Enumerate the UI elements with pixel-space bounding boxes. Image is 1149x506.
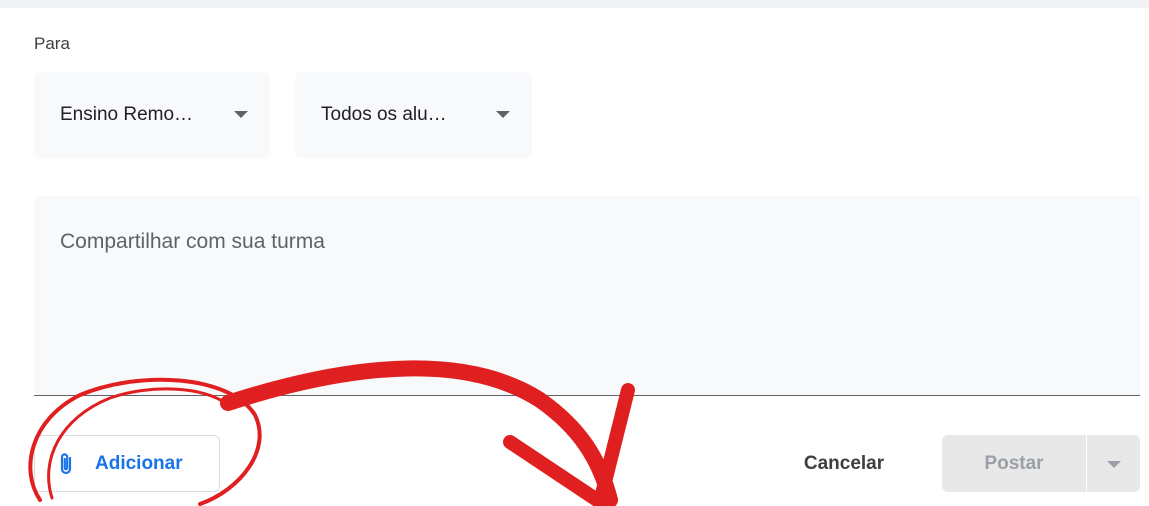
students-dropdown-value: Todos os alu… — [321, 104, 447, 125]
dropdown-arrow-icon — [1107, 461, 1121, 468]
post-options-button[interactable] — [1087, 435, 1140, 492]
chevron-down-icon — [234, 111, 248, 118]
chevron-down-icon — [496, 111, 510, 118]
top-divider-strip — [0, 0, 1149, 8]
post-button[interactable]: Postar — [942, 435, 1086, 492]
cancel-button[interactable]: Cancelar — [780, 435, 908, 492]
students-dropdown[interactable]: Todos os alu… — [295, 72, 532, 158]
add-button-label: Adicionar — [95, 453, 183, 474]
post-button-group: Postar — [942, 435, 1140, 492]
share-text-placeholder: Compartilhar com sua turma — [60, 230, 325, 253]
class-dropdown-value: Ensino Remo… — [60, 104, 194, 125]
for-label: Para — [34, 34, 70, 53]
add-attachment-button[interactable]: Adicionar — [34, 435, 220, 492]
class-dropdown[interactable]: Ensino Remo… — [34, 72, 270, 158]
paperclip-icon — [60, 453, 72, 475]
share-text-field[interactable]: Compartilhar com sua turma — [34, 196, 1140, 396]
post-composer: Para Ensino Remo… Todos os alu… Comparti… — [0, 0, 1149, 506]
annotation-arrow-head — [503, 383, 635, 506]
